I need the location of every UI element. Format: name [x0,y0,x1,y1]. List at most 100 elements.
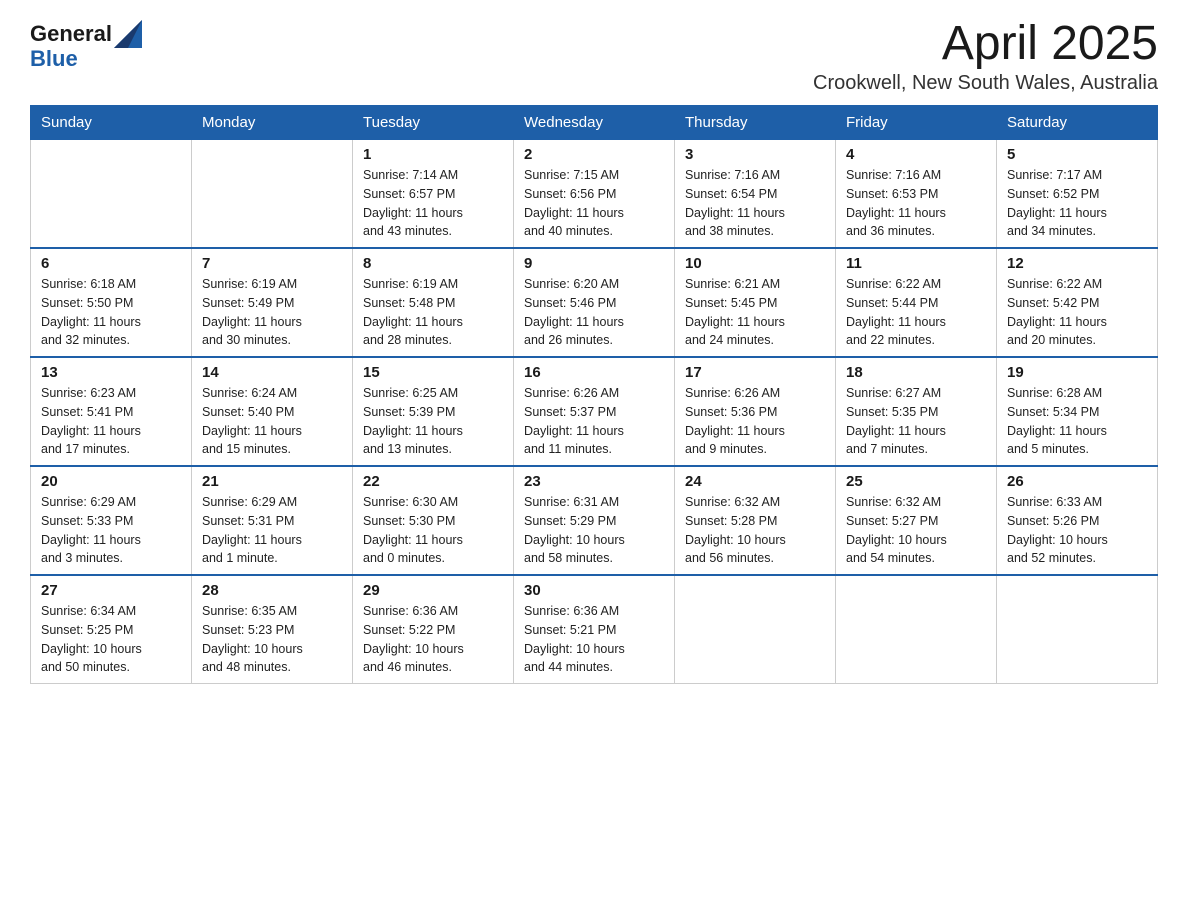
calendar-week-row: 27 Sunrise: 6:34 AM Sunset: 5:25 PM Dayli… [31,575,1158,684]
calendar-day-cell [836,575,997,684]
day-number: 25 [846,473,986,490]
location-subtitle: Crookwell, New South Wales, Australia [813,72,1158,95]
day-number: 30 [524,582,664,599]
day-number: 6 [41,255,181,272]
day-info: Sunrise: 6:26 AM Sunset: 5:36 PM Dayligh… [685,384,825,459]
calendar-day-cell: 19 Sunrise: 6:28 AM Sunset: 5:34 PM Dayli… [997,357,1158,466]
day-info: Sunrise: 6:22 AM Sunset: 5:42 PM Dayligh… [1007,275,1147,350]
day-info: Sunrise: 7:16 AM Sunset: 6:54 PM Dayligh… [685,166,825,241]
day-info: Sunrise: 6:30 AM Sunset: 5:30 PM Dayligh… [363,493,503,568]
calendar-day-cell: 16 Sunrise: 6:26 AM Sunset: 5:37 PM Dayli… [514,357,675,466]
day-number: 16 [524,364,664,381]
weekday-header-friday: Friday [836,106,997,140]
calendar-day-cell: 12 Sunrise: 6:22 AM Sunset: 5:42 PM Dayli… [997,248,1158,357]
calendar-day-cell: 1 Sunrise: 7:14 AM Sunset: 6:57 PM Daylig… [353,140,514,249]
calendar-day-cell: 3 Sunrise: 7:16 AM Sunset: 6:54 PM Daylig… [675,140,836,249]
weekday-header-tuesday: Tuesday [353,106,514,140]
day-number: 7 [202,255,342,272]
day-number: 15 [363,364,503,381]
calendar-day-cell: 14Sunrise: 6:24 AM Sunset: 5:40 PM Dayli… [192,357,353,466]
day-number: 12 [1007,255,1147,272]
day-info: Sunrise: 6:29 AM Sunset: 5:33 PM Dayligh… [41,493,181,568]
page-header: General Blue April 2025 Crookwell, New S… [30,20,1158,95]
day-number: 20 [41,473,181,490]
calendar-day-cell: 4 Sunrise: 7:16 AM Sunset: 6:53 PM Daylig… [836,140,997,249]
weekday-header-wednesday: Wednesday [514,106,675,140]
day-info: Sunrise: 7:15 AM Sunset: 6:56 PM Dayligh… [524,166,664,241]
day-number: 9 [524,255,664,272]
logo-general: General [30,23,112,45]
calendar-day-cell [31,140,192,249]
calendar-day-cell: 15 Sunrise: 6:25 AM Sunset: 5:39 PM Dayli… [353,357,514,466]
calendar-table: SundayMondayTuesdayWednesdayThursdayFrid… [30,105,1158,684]
day-number: 22 [363,473,503,490]
weekday-header-thursday: Thursday [675,106,836,140]
month-year-title: April 2025 [813,20,1158,68]
calendar-day-cell: 10 Sunrise: 6:21 AM Sunset: 5:45 PM Dayli… [675,248,836,357]
day-info: Sunrise: 6:32 AM Sunset: 5:28 PM Dayligh… [685,493,825,568]
logo-blue: Blue [30,48,142,70]
day-info: Sunrise: 6:27 AM Sunset: 5:35 PM Dayligh… [846,384,986,459]
calendar-day-cell: 8 Sunrise: 6:19 AM Sunset: 5:48 PM Daylig… [353,248,514,357]
day-info: Sunrise: 7:14 AM Sunset: 6:57 PM Dayligh… [363,166,503,241]
day-info: Sunrise: 6:36 AM Sunset: 5:22 PM Dayligh… [363,602,503,677]
day-info: Sunrise: 6:32 AM Sunset: 5:27 PM Dayligh… [846,493,986,568]
day-info: Sunrise: 6:21 AM Sunset: 5:45 PM Dayligh… [685,275,825,350]
day-info: Sunrise: 6:26 AM Sunset: 5:37 PM Dayligh… [524,384,664,459]
calendar-day-cell: 18 Sunrise: 6:27 AM Sunset: 5:35 PM Dayli… [836,357,997,466]
calendar-week-row: 1 Sunrise: 7:14 AM Sunset: 6:57 PM Daylig… [31,140,1158,249]
logo: General Blue [30,20,142,70]
calendar-week-row: 20 Sunrise: 6:29 AM Sunset: 5:33 PM Dayli… [31,466,1158,575]
calendar-day-cell: 24 Sunrise: 6:32 AM Sunset: 5:28 PM Dayli… [675,466,836,575]
day-info: Sunrise: 6:22 AM Sunset: 5:44 PM Dayligh… [846,275,986,350]
day-info: Sunrise: 6:25 AM Sunset: 5:39 PM Dayligh… [363,384,503,459]
day-info: Sunrise: 6:35 AM Sunset: 5:23 PM Dayligh… [202,602,342,677]
day-info: Sunrise: 6:33 AM Sunset: 5:26 PM Dayligh… [1007,493,1147,568]
day-number: 8 [363,255,503,272]
day-info: Sunrise: 6:31 AM Sunset: 5:29 PM Dayligh… [524,493,664,568]
logo-icon [114,20,142,48]
day-number: 2 [524,146,664,163]
day-info: Sunrise: 6:34 AM Sunset: 5:25 PM Dayligh… [41,602,181,677]
day-number: 19 [1007,364,1147,381]
calendar-week-row: 6Sunrise: 6:18 AM Sunset: 5:50 PM Daylig… [31,248,1158,357]
day-number: 1 [363,146,503,163]
calendar-day-cell: 2 Sunrise: 7:15 AM Sunset: 6:56 PM Daylig… [514,140,675,249]
calendar-day-cell: 22 Sunrise: 6:30 AM Sunset: 5:30 PM Dayli… [353,466,514,575]
day-info: Sunrise: 6:29 AM Sunset: 5:31 PM Dayligh… [202,493,342,568]
day-number: 11 [846,255,986,272]
day-number: 10 [685,255,825,272]
day-info: Sunrise: 6:36 AM Sunset: 5:21 PM Dayligh… [524,602,664,677]
day-number: 5 [1007,146,1147,163]
day-number: 26 [1007,473,1147,490]
day-number: 3 [685,146,825,163]
calendar-day-cell [675,575,836,684]
calendar-day-cell: 5 Sunrise: 7:17 AM Sunset: 6:52 PM Daylig… [997,140,1158,249]
weekday-header-monday: Monday [192,106,353,140]
day-number: 13 [41,364,181,381]
weekday-header-saturday: Saturday [997,106,1158,140]
calendar-day-cell: 27 Sunrise: 6:34 AM Sunset: 5:25 PM Dayli… [31,575,192,684]
calendar-day-cell: 17Sunrise: 6:26 AM Sunset: 5:36 PM Dayli… [675,357,836,466]
day-number: 18 [846,364,986,381]
day-number: 24 [685,473,825,490]
day-number: 14 [202,364,342,381]
calendar-day-cell: 23Sunrise: 6:31 AM Sunset: 5:29 PM Dayli… [514,466,675,575]
calendar-day-cell [997,575,1158,684]
day-number: 4 [846,146,986,163]
calendar-day-cell: 25 Sunrise: 6:32 AM Sunset: 5:27 PM Dayli… [836,466,997,575]
calendar-day-cell: 13Sunrise: 6:23 AM Sunset: 5:41 PM Dayli… [31,357,192,466]
weekday-header-sunday: Sunday [31,106,192,140]
day-info: Sunrise: 6:19 AM Sunset: 5:48 PM Dayligh… [363,275,503,350]
calendar-day-cell: 29 Sunrise: 6:36 AM Sunset: 5:22 PM Dayli… [353,575,514,684]
day-number: 27 [41,582,181,599]
day-info: Sunrise: 6:28 AM Sunset: 5:34 PM Dayligh… [1007,384,1147,459]
calendar-week-row: 13Sunrise: 6:23 AM Sunset: 5:41 PM Dayli… [31,357,1158,466]
day-number: 28 [202,582,342,599]
calendar-day-cell: 30 Sunrise: 6:36 AM Sunset: 5:21 PM Dayli… [514,575,675,684]
day-info: Sunrise: 7:17 AM Sunset: 6:52 PM Dayligh… [1007,166,1147,241]
day-info: Sunrise: 6:19 AM Sunset: 5:49 PM Dayligh… [202,275,342,350]
calendar-day-cell: 7 Sunrise: 6:19 AM Sunset: 5:49 PM Daylig… [192,248,353,357]
day-number: 29 [363,582,503,599]
day-info: Sunrise: 7:16 AM Sunset: 6:53 PM Dayligh… [846,166,986,241]
